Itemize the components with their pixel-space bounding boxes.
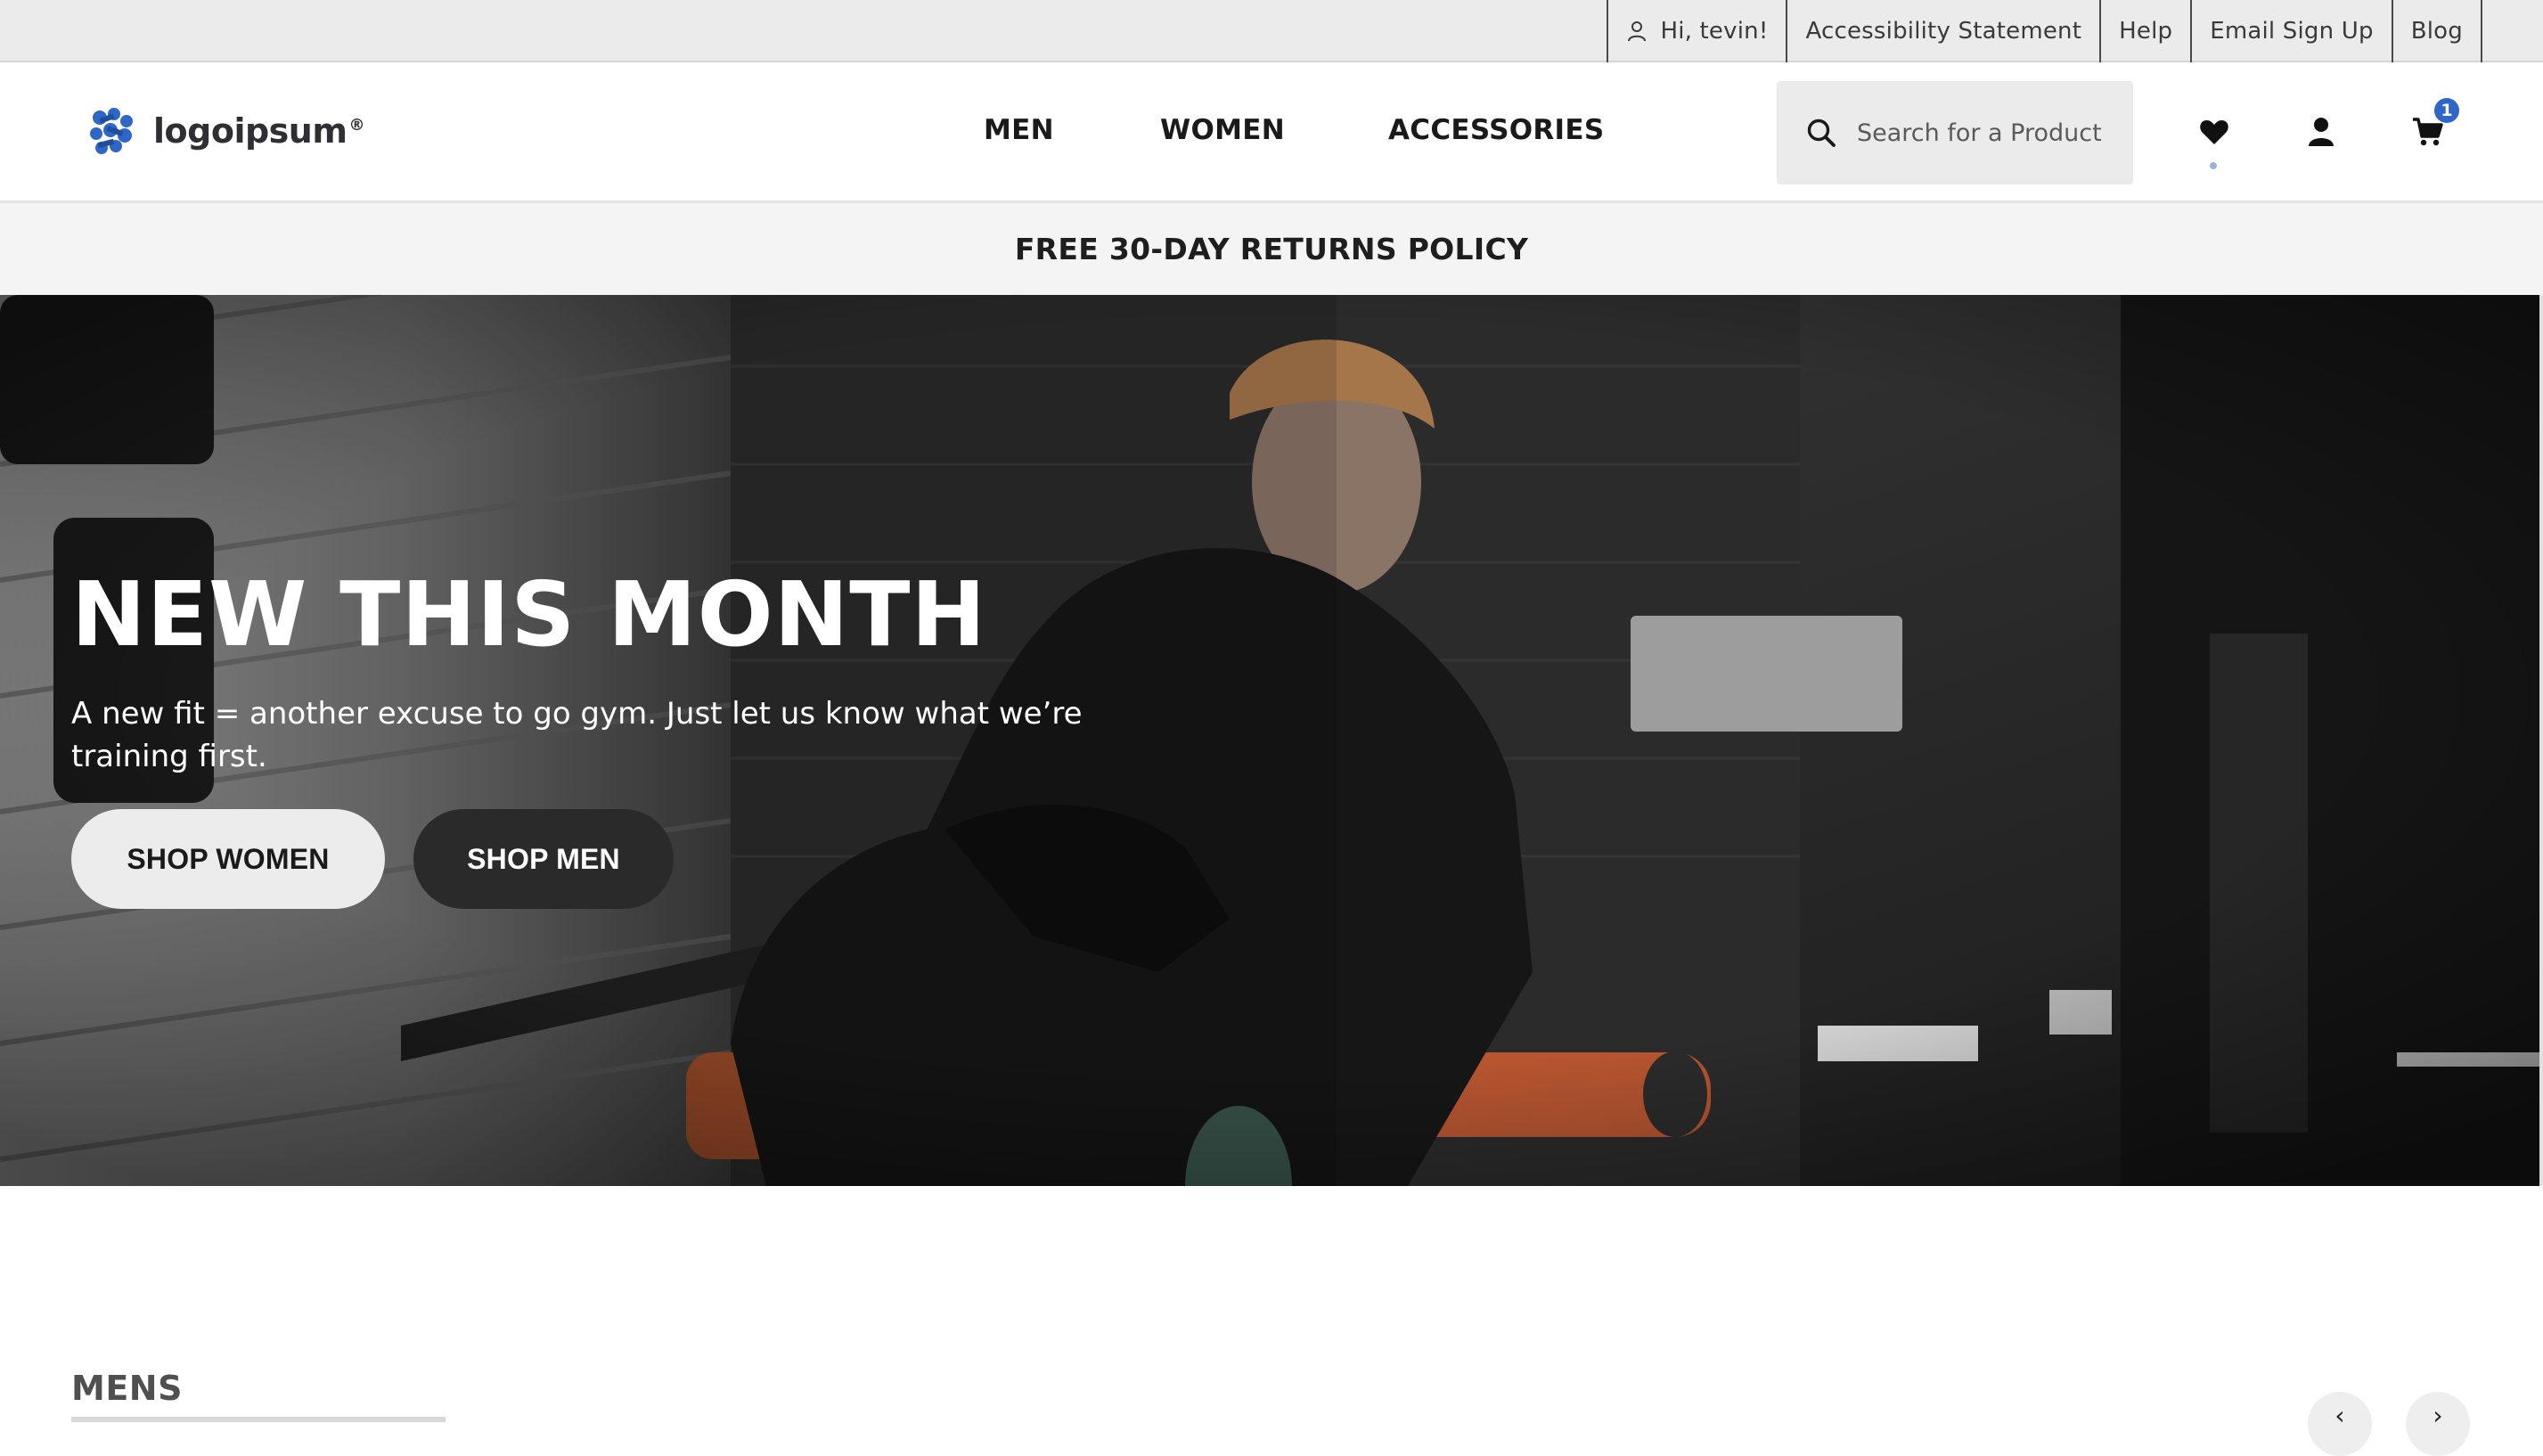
account-button[interactable] <box>2302 112 2341 151</box>
wishlist-indicator-dot <box>2210 162 2217 169</box>
section-subtitle-cutoff <box>71 1417 446 1422</box>
chevron-left-icon: ‹ <box>2334 1401 2345 1430</box>
greeting-text: Hi, tevin! <box>1660 18 1769 45</box>
cart-count-badge: 1 <box>2434 98 2459 123</box>
email-signup-link[interactable]: Email Sign Up <box>2192 0 2393 62</box>
blog-link[interactable]: Blog <box>2393 0 2482 62</box>
heart-icon <box>2200 120 2228 144</box>
accessibility-statement-link[interactable]: Accessibility Statement <box>1787 0 2102 62</box>
user-outline-icon <box>1628 21 1647 42</box>
utility-bar: Hi, tevin! Accessibility Statement Help … <box>0 0 2543 62</box>
hero-title: NEW THIS MONTH <box>71 562 987 667</box>
wishlist-button[interactable] <box>2195 112 2234 151</box>
help-link[interactable]: Help <box>2101 0 2193 62</box>
promo-banner: FREE 30-DAY RETURNS POLICY <box>0 203 2543 295</box>
main-header: logoipsum® MEN WOMEN ACCESSORIES 1 <box>0 62 2543 203</box>
nav-item-men[interactable]: MEN <box>984 114 1054 146</box>
section-title-mens: MENS <box>71 1369 183 1408</box>
primary-nav: MEN WOMEN ACCESSORIES <box>0 62 2543 200</box>
page-edge-divider <box>2539 295 2543 1186</box>
promo-text: FREE 30-DAY RETURNS POLICY <box>1014 232 1529 266</box>
nav-item-accessories[interactable]: ACCESSORIES <box>1388 114 1605 146</box>
utility-links: Hi, tevin! Accessibility Statement Help … <box>1607 0 2482 62</box>
carousel-next-button[interactable]: › <box>2406 1392 2470 1456</box>
user-icon <box>2309 118 2334 146</box>
carousel-prev-button[interactable]: ‹ <box>2308 1392 2372 1456</box>
search-input[interactable] <box>1855 118 2126 148</box>
nav-item-women[interactable]: WOMEN <box>1160 114 1285 146</box>
chevron-right-icon: › <box>2433 1401 2443 1430</box>
search-icon <box>1807 119 1836 147</box>
search-box[interactable] <box>1777 81 2133 184</box>
hero-subtitle: A new fit = another excuse to go gym. Ju… <box>71 696 1083 774</box>
account-greeting-link[interactable]: Hi, tevin! <box>1608 0 1788 62</box>
shop-men-button[interactable]: SHOP MEN <box>413 809 674 909</box>
shop-women-button[interactable]: SHOP WOMEN <box>71 809 385 909</box>
hero-banner: NEW THIS MONTH A new fit = another excus… <box>0 295 2543 1186</box>
